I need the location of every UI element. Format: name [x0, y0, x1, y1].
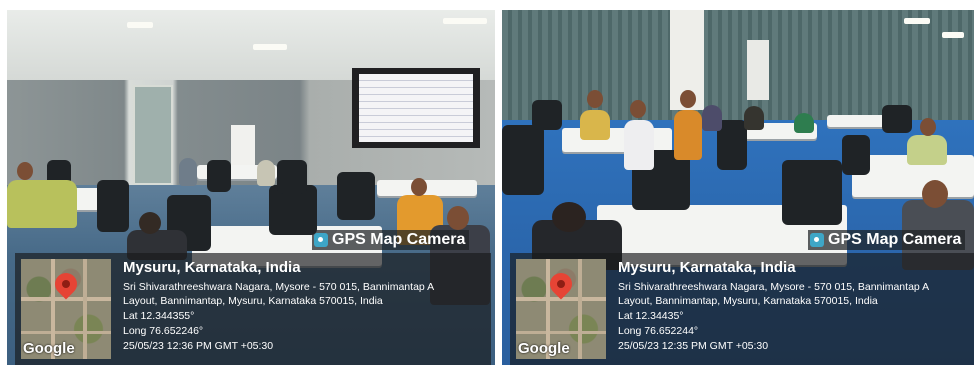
- longitude: Long 76.652244°: [618, 325, 699, 337]
- latitude: Lat 12.34435°: [618, 310, 684, 322]
- timestamp: 25/05/23 12:35 PM GMT +05:30: [618, 340, 769, 352]
- map-provider-label: Google: [518, 340, 570, 357]
- longitude: Long 76.652246°: [123, 325, 204, 337]
- doorway: [133, 85, 173, 185]
- map-pin-icon: [50, 268, 82, 300]
- person: [7, 180, 77, 228]
- map-thumbnail: Google: [21, 259, 111, 359]
- person: [580, 110, 610, 140]
- city-title: Mysuru, Karnataka, India: [123, 259, 301, 276]
- timestamp: 25/05/23 12:36 PM GMT +05:30: [123, 340, 274, 352]
- map-provider-label: Google: [23, 340, 75, 357]
- gps-brand-badge: GPS Map Camera: [312, 230, 470, 250]
- address: Sri Shivarathreeshwara Nagara, Mysore - …: [618, 281, 930, 307]
- location-info-panel: Google Mysuru, Karnataka, India Sri Shiv…: [15, 253, 491, 365]
- camera-app-icon: [810, 233, 824, 247]
- map-thumbnail: Google: [516, 259, 606, 359]
- gps-brand-badge: GPS Map Camera: [808, 230, 966, 250]
- whiteboard: [231, 125, 255, 165]
- desk: [562, 128, 672, 152]
- map-pin-icon: [545, 268, 577, 300]
- location-info-panel: Google Mysuru, Karnataka, India Sri Shiv…: [510, 253, 974, 365]
- camera-app-icon: [314, 233, 328, 247]
- address: Sri Shivarathreeshwara Nagara, Mysore - …: [123, 281, 435, 307]
- photo-left: GPS Map Camera Google Mysuru, Karnataka,…: [7, 10, 495, 365]
- latitude: Lat 12.344355°: [123, 310, 195, 322]
- photo-right: GPS Map Camera Google Mysuru, Karnataka,…: [502, 10, 974, 365]
- city-title: Mysuru, Karnataka, India: [618, 259, 796, 276]
